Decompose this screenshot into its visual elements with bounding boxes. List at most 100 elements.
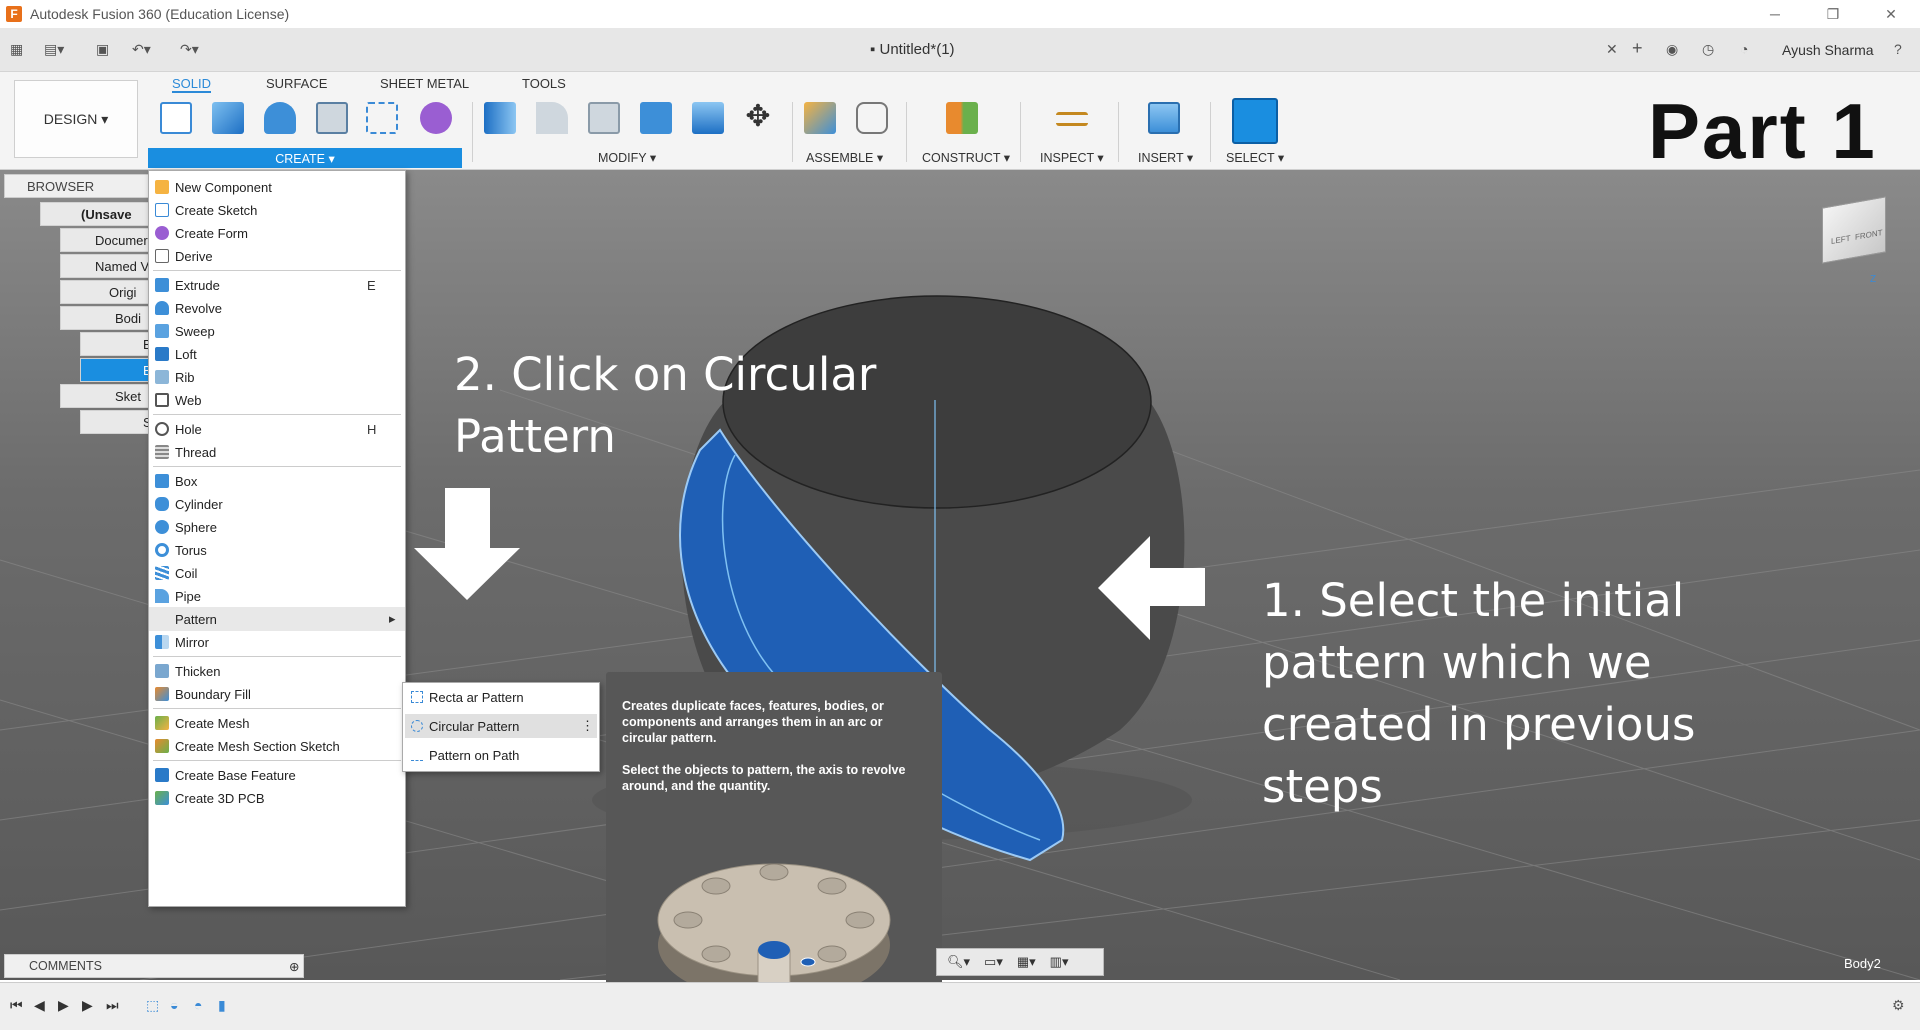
press-pull-icon[interactable] [484,102,516,134]
timeline-revolve-feature-icon[interactable]: ◒ [170,997,178,1013]
menu-item-derive[interactable]: Derive [149,244,405,268]
create-form-icon[interactable] [420,102,452,134]
file-menu-icon[interactable]: ▤▾ [44,41,64,58]
menu-item-boundary-fill[interactable]: Boundary Fill [149,682,405,706]
menu-item-create-mesh-section-sketch[interactable]: Create Mesh Section Sketch [149,734,405,758]
restore-button[interactable]: ❐ [1804,0,1862,28]
user-name[interactable]: Ayush Sharma [1782,42,1874,58]
minimize-button[interactable]: ─ [1746,0,1804,28]
go-to-start-icon[interactable]: ⏮ [10,997,23,1014]
browser-row-sketch1[interactable]: S [80,410,152,434]
split-body-icon[interactable] [692,102,724,134]
menu-item-hole[interactable]: Hole H [149,417,405,441]
browser-row-origin[interactable]: Origi [60,280,152,304]
add-comment-icon[interactable]: ⊕ [289,959,299,974]
timeline-settings-icon[interactable]: ⚙ [1892,997,1905,1014]
step-back-icon[interactable]: ◀ [34,997,45,1014]
menu-item-create-3d-pcb[interactable]: Create 3D PCB [149,786,405,810]
workspace-switcher[interactable]: DESIGN ▾ [14,80,138,158]
menu-item-box[interactable]: Box [149,469,405,493]
menu-item-coil[interactable]: Coil [149,561,405,585]
menu-item-thread[interactable]: Thread [149,440,405,464]
create-menu-button[interactable]: CREATE ▾ [148,148,462,168]
zoom-icon[interactable]: 🔍︎▾ [947,954,970,970]
viewports-icon[interactable]: ▥▾ [1050,954,1069,970]
step-forward-icon[interactable]: ▶ [82,997,93,1014]
timeline-sketch-feature-icon[interactable]: ⬚ [146,997,159,1014]
select-menu-button[interactable]: SELECT ▾ [1226,150,1284,165]
menu-item-pipe[interactable]: Pipe [149,584,405,608]
menu-item-create-base-feature[interactable]: Create Base Feature [149,763,405,787]
timeline-extrude-feature-icon[interactable]: ▮ [218,997,226,1014]
timeline-sweep-feature-icon[interactable]: ◓ [194,997,202,1013]
close-button[interactable]: ✕ [1862,0,1920,28]
menu-item-pattern[interactable]: Pattern ▸ [149,607,405,631]
menu-item-web[interactable]: Web [149,388,405,412]
grid-settings-icon[interactable]: ▦▾ [1017,954,1036,970]
browser-row-sketches[interactable]: Sket [60,384,152,408]
menu-item-create-form[interactable]: Create Form [149,221,405,245]
redo-icon[interactable]: ↷▾ [180,41,199,58]
move-copy-icon[interactable]: ✥ [742,102,774,134]
comments-panel[interactable]: COMMENTS ⊕ [4,954,304,978]
measure-icon[interactable] [1056,112,1088,126]
display-settings-icon[interactable]: ▭▾ [984,954,1003,970]
menu-item-extrude[interactable]: Extrude E [149,273,405,297]
create-sketch-icon[interactable] [160,102,192,134]
browser-root-row[interactable]: (Unsave [40,202,152,226]
tab-surface[interactable]: SURFACE [266,76,327,91]
inspect-menu-button[interactable]: INSPECT ▾ [1040,150,1104,165]
pattern-icon[interactable] [366,102,398,134]
tab-solid[interactable]: SOLID [172,76,212,93]
menu-item-mirror[interactable]: Mirror [149,630,405,654]
go-to-end-icon[interactable]: ⏭ [106,997,119,1014]
document-tab[interactable]: ▪ Untitled*(1) [870,41,955,58]
data-panel-grid-icon[interactable]: ▦ [10,41,23,58]
revolve-icon[interactable] [264,102,296,134]
menu-item-circular-pattern[interactable]: Circular Pattern ⋮ [405,714,597,738]
construct-menu-button[interactable]: CONSTRUCT ▾ [922,150,1010,165]
menu-item-new-component[interactable]: New Component [149,175,405,199]
close-tab-icon[interactable]: ✕ [1606,41,1618,58]
browser-row-body1[interactable]: B [80,332,152,356]
extrude-icon[interactable] [212,102,244,134]
online-status-icon[interactable]: ◔ [1740,41,1748,57]
menu-item-thicken[interactable]: Thicken [149,659,405,683]
shell-icon[interactable] [588,102,620,134]
combine-icon[interactable] [640,102,672,134]
more-options-icon[interactable]: ⋮ [581,718,594,734]
new-component-icon[interactable] [804,102,836,134]
menu-item-rectangular-pattern[interactable]: Recta ar Pattern [405,685,597,709]
undo-icon[interactable]: ↶▾ [132,41,151,58]
menu-item-revolve[interactable]: Revolve [149,296,405,320]
hole-icon[interactable] [316,102,348,134]
menu-item-pattern-on-path[interactable]: Pattern on Path [405,743,597,767]
menu-item-rib[interactable]: Rib [149,365,405,389]
insert-image-icon[interactable] [1148,102,1180,134]
save-icon[interactable]: ▣ [96,41,109,58]
select-icon[interactable] [1232,98,1278,144]
joint-icon[interactable] [856,102,888,134]
menu-item-create-mesh[interactable]: Create Mesh [149,711,405,735]
help-icon[interactable]: ? [1894,41,1902,57]
menu-item-sweep[interactable]: Sweep [149,319,405,343]
assemble-menu-button[interactable]: ASSEMBLE ▾ [806,150,883,165]
fillet-icon[interactable] [536,102,568,134]
insert-menu-button[interactable]: INSERT ▾ [1138,150,1193,165]
browser-row-bodies[interactable]: Bodi [60,306,152,330]
menu-item-torus[interactable]: Torus [149,538,405,562]
notifications-icon[interactable]: ◷ [1702,41,1714,58]
tab-sheet-metal[interactable]: SHEET METAL [380,76,469,91]
browser-header[interactable]: BROWSER [4,174,152,198]
menu-item-sphere[interactable]: Sphere [149,515,405,539]
modify-menu-button[interactable]: MODIFY ▾ [598,150,656,165]
new-tab-icon[interactable]: + [1632,38,1643,59]
menu-item-create-sketch[interactable]: Create Sketch [149,198,405,222]
menu-item-loft[interactable]: Loft [149,342,405,366]
offset-plane-icon[interactable] [946,102,978,134]
tab-tools[interactable]: TOOLS [522,76,566,91]
browser-row-body2[interactable]: B [80,358,152,382]
play-icon[interactable]: ▶ [58,997,69,1014]
viewcube[interactable]: LEFT FRONT [1822,196,1886,264]
browser-row-document-settings[interactable]: Documer [60,228,152,252]
